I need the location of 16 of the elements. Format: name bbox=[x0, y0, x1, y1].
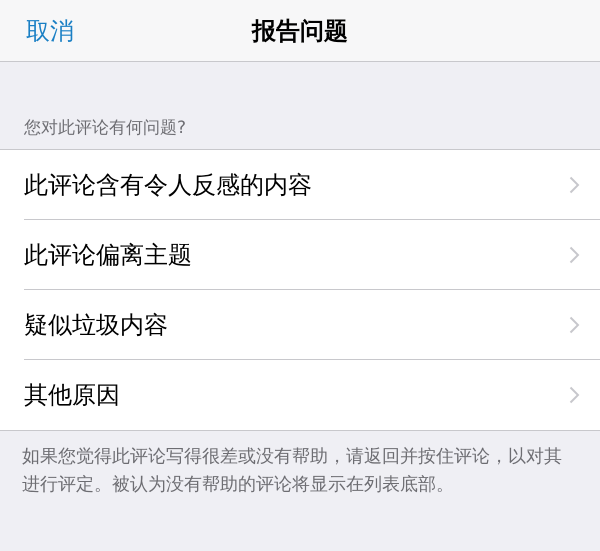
window-title: 报告问题 bbox=[252, 16, 348, 46]
list-row[interactable]: 此评论偏离主题 bbox=[24, 220, 600, 290]
row-label: 疑似垃圾内容 bbox=[24, 310, 169, 340]
chevron-icon bbox=[569, 316, 580, 334]
cancel-button[interactable]: 取消 bbox=[26, 12, 74, 48]
section-header: 您对此评论有何问题? bbox=[24, 117, 188, 139]
row-label: 此评论含有令人反感的内容 bbox=[24, 170, 313, 200]
list-row[interactable]: 疑似垃圾内容 bbox=[24, 290, 600, 360]
chevron-icon bbox=[569, 176, 580, 194]
list-row[interactable]: 其他原因 bbox=[24, 360, 600, 430]
chevron-icon bbox=[569, 246, 580, 264]
row-label: 其他原因 bbox=[24, 380, 121, 411]
footer-note: 如果您觉得此评论写得很差或没有帮助，请返回并按住评论，以对其进行评定。被认为没有帮助的评论将显示在列表底部。 bbox=[22, 445, 563, 497]
chevron-icon bbox=[569, 386, 580, 404]
list-row[interactable]: 此评论含有令人反感的内容 bbox=[24, 150, 600, 220]
row-label: 此评论偏离主题 bbox=[24, 240, 193, 270]
